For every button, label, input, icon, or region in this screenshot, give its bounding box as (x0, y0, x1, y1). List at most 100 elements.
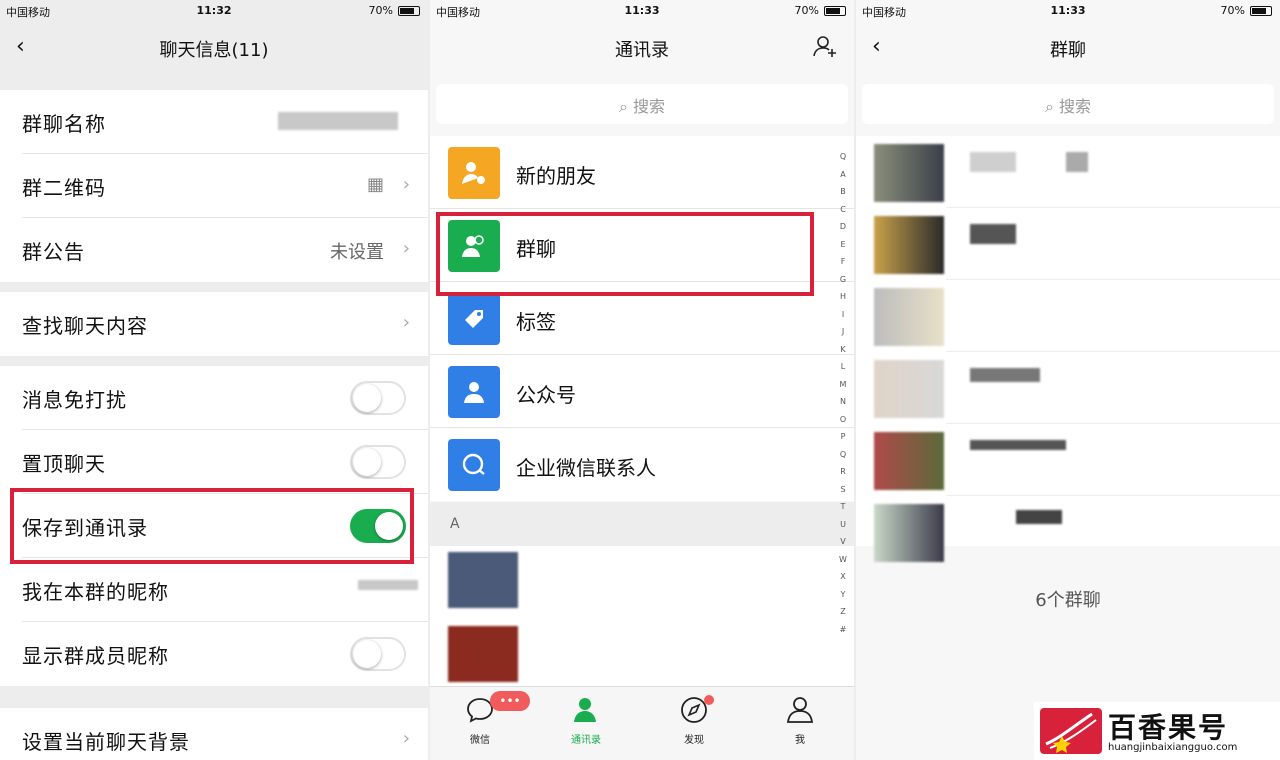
watermark-url: huangjinbaixiangguo.com (1108, 742, 1238, 753)
index-letter[interactable]: N (836, 393, 850, 411)
list-item[interactable] (874, 280, 1280, 352)
tab-discover[interactable]: 发现 (664, 695, 724, 746)
index-letter[interactable]: C (836, 201, 850, 219)
blurred-value (358, 580, 418, 590)
status-bar: 中国移动 11:33 70% (856, 0, 1280, 24)
list-item-new-friends[interactable]: 新的朋友 (430, 136, 854, 209)
show-names-toggle[interactable] (350, 637, 406, 671)
group-notice-row[interactable]: 群公告 未设置 › (22, 218, 428, 282)
index-letter[interactable]: R (836, 463, 850, 481)
toggle-knob (353, 640, 381, 668)
chevron-right-icon: › (402, 238, 410, 259)
official-account-icon (448, 366, 500, 418)
watermark: 百香果号 huangjinbaixiangguo.com (1034, 702, 1280, 760)
avatar[interactable] (448, 552, 518, 608)
index-letter[interactable]: E (836, 236, 850, 254)
search-chat-label: 查找聊天内容 (22, 314, 148, 338)
index-letter[interactable]: H (836, 288, 850, 306)
background-section: 设置当前聊天背景 › (0, 708, 428, 760)
status-bar: 中国移动 11:33 70% (430, 0, 854, 24)
search-bar[interactable]: ⌕ 搜索 (436, 84, 848, 124)
list-item[interactable] (874, 352, 1280, 424)
index-letter[interactable]: U (836, 516, 850, 534)
blurred-name (1066, 152, 1088, 172)
tab-contacts[interactable]: 通讯录 (556, 695, 616, 746)
blurred-name (970, 152, 1016, 172)
nickname-row[interactable]: 我在本群的昵称 (22, 558, 428, 622)
list-item-official-accounts[interactable]: 公众号 (430, 355, 854, 428)
clock: 11:33 (1050, 4, 1086, 17)
list-item[interactable] (874, 496, 1280, 568)
search-placeholder: 搜索 (633, 97, 666, 116)
search-chat-row[interactable]: 查找聊天内容 › (22, 292, 428, 356)
page-title: 聊天信息(11) (159, 40, 269, 61)
tab-label: 发现 (684, 735, 704, 746)
toggle-knob (353, 384, 381, 412)
list-item-label: 新的朋友 (516, 164, 596, 188)
search-bar[interactable]: ⌕ 搜索 (862, 84, 1274, 124)
avatar[interactable] (448, 626, 518, 682)
battery-icon (1250, 5, 1272, 16)
pin-toggle[interactable] (350, 445, 406, 479)
chevron-right-icon: › (402, 312, 410, 333)
alphabet-index[interactable]: Q A B C D E F G H I J K L M N O P Q R S T U V W X Y Z # (836, 148, 850, 638)
index-letter[interactable]: K (836, 341, 850, 359)
qr-code-row[interactable]: 群二维码 ▦ › (22, 154, 428, 218)
group-notice-label: 群公告 (22, 240, 85, 264)
battery-percent: 70% (1220, 4, 1245, 17)
index-letter[interactable]: G (836, 271, 850, 289)
index-letter[interactable]: S (836, 481, 850, 499)
list-item-label: 标签 (516, 310, 556, 334)
pin-row: 置顶聊天 (22, 430, 428, 494)
index-letter[interactable]: T (836, 498, 850, 516)
mute-label: 消息免打扰 (22, 388, 127, 412)
chat-background-row[interactable]: 设置当前聊天背景 › (22, 708, 428, 760)
index-letter[interactable]: J (836, 323, 850, 341)
index-letter[interactable]: Q (836, 148, 850, 166)
list-item-enterprise-contacts[interactable]: 企业微信联系人 (430, 428, 854, 501)
tab-label: 通讯录 (571, 735, 601, 746)
index-letter[interactable]: F (836, 253, 850, 271)
chat-info-screen: 中国移动 11:32 70% ‹ 聊天信息(11) 群聊名称 群二维码 ▦ › … (0, 0, 428, 760)
index-letter[interactable]: O (836, 411, 850, 429)
add-contact-icon[interactable] (812, 34, 838, 64)
index-letter[interactable]: Y (836, 586, 850, 604)
battery-icon (398, 5, 420, 16)
list-item[interactable] (874, 424, 1280, 496)
tab-me[interactable]: 我 (770, 695, 830, 746)
mute-row: 消息免打扰 (22, 366, 428, 430)
contact-list (430, 546, 854, 686)
group-name-row[interactable]: 群聊名称 (22, 90, 428, 154)
group-chat-list (856, 136, 1280, 562)
unread-badge: ••• (490, 691, 530, 711)
nickname-label: 我在本群的昵称 (22, 580, 169, 604)
index-letter[interactable]: M (836, 376, 850, 394)
index-letter[interactable]: X (836, 568, 850, 586)
index-letter[interactable]: # (836, 621, 850, 639)
index-letter[interactable]: Z (836, 603, 850, 621)
qr-code-label: 群二维码 (22, 176, 106, 200)
avatar (874, 216, 944, 274)
search-chat-section: 查找聊天内容 › (0, 292, 428, 356)
index-letter[interactable]: V (836, 533, 850, 551)
battery-percent: 70% (368, 4, 393, 17)
list-item[interactable] (874, 208, 1280, 280)
index-letter[interactable]: P (836, 428, 850, 446)
group-settings-section: 群聊名称 群二维码 ▦ › 群公告 未设置 › (0, 90, 428, 282)
group-count: 6个群聊 (1035, 590, 1101, 611)
group-notice-value: 未设置 (330, 242, 384, 263)
list-item[interactable] (874, 136, 1280, 208)
index-letter[interactable]: L (836, 358, 850, 376)
index-letter[interactable]: B (836, 183, 850, 201)
index-letter[interactable]: D (836, 218, 850, 236)
mute-toggle[interactable] (350, 381, 406, 415)
clock: 11:33 (624, 4, 660, 17)
tag-icon (448, 293, 500, 345)
battery-percent: 70% (794, 4, 819, 17)
index-letter[interactable]: W (836, 551, 850, 569)
index-letter[interactable]: I (836, 306, 850, 324)
new-friend-icon (448, 147, 500, 199)
index-letter[interactable]: A (836, 166, 850, 184)
brand-logo-icon (1040, 708, 1102, 754)
index-letter[interactable]: Q (836, 446, 850, 464)
